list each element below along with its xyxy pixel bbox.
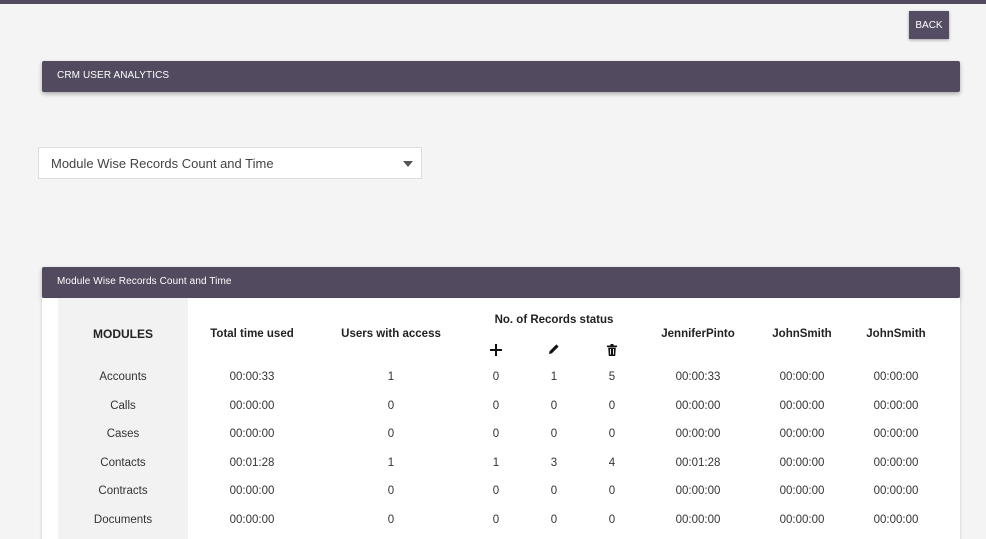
edited-count: 0 bbox=[550, 428, 558, 440]
edited-count: 3 bbox=[550, 456, 558, 469]
report-type-select[interactable]: Module Wise Records Count and Time bbox=[38, 147, 422, 179]
back-button[interactable]: BACK bbox=[909, 11, 949, 39]
deleted-count: 5 bbox=[608, 371, 616, 383]
created-count: 0 bbox=[492, 513, 500, 526]
user2-time: 00:00:00 bbox=[779, 485, 825, 497]
header-total-time: Total time used bbox=[210, 328, 294, 340]
module-name: Contacts bbox=[100, 456, 146, 469]
header-modules: MODULES bbox=[93, 327, 153, 341]
user3-time: 00:00:00 bbox=[873, 371, 919, 383]
edited-count: 1 bbox=[550, 371, 558, 383]
chevron-down-icon bbox=[403, 161, 413, 167]
top-accent-bar bbox=[0, 0, 986, 4]
user2-time: 00:00:00 bbox=[779, 399, 825, 412]
edited-count: 0 bbox=[550, 485, 558, 497]
module-name: Contracts bbox=[98, 485, 148, 497]
user2-time: 00:00:00 bbox=[779, 371, 825, 383]
header-user-jenniferpinto: JenniferPinto bbox=[661, 328, 735, 340]
report-type-select-value: Module Wise Records Count and Time bbox=[51, 156, 274, 171]
user1-time: 00:00:00 bbox=[675, 513, 721, 526]
plus-icon bbox=[490, 344, 502, 356]
module-name: Cases bbox=[106, 428, 140, 440]
trash-icon bbox=[607, 344, 617, 356]
analytics-panel-header: CRM USER ANALYTICS bbox=[42, 61, 960, 92]
deleted-count: 0 bbox=[608, 485, 616, 497]
user3-time: 00:00:00 bbox=[873, 456, 919, 469]
total-time: 00:01:28 bbox=[229, 456, 275, 469]
user1-time: 00:00:00 bbox=[675, 485, 721, 497]
report-panel-title: Module Wise Records Count and Time bbox=[57, 276, 232, 287]
created-count: 0 bbox=[492, 428, 500, 440]
users-count: 0 bbox=[387, 428, 395, 440]
user3-time: 00:00:00 bbox=[873, 399, 919, 412]
created-count: 0 bbox=[492, 399, 500, 412]
user3-time: 00:00:00 bbox=[873, 428, 919, 440]
users-count: 0 bbox=[387, 513, 395, 526]
module-name: Calls bbox=[110, 399, 136, 412]
pencil-icon bbox=[549, 344, 559, 354]
user1-time: 00:00:00 bbox=[675, 428, 721, 440]
deleted-count: 4 bbox=[608, 456, 616, 469]
module-name: Accounts bbox=[99, 371, 147, 383]
total-time: 00:00:00 bbox=[229, 513, 275, 526]
report-table: MODULES Total time used Users with acces… bbox=[42, 298, 960, 539]
user3-time: 00:00:00 bbox=[873, 513, 919, 526]
header-records-status: No. of Records status bbox=[494, 314, 614, 326]
deleted-count: 0 bbox=[608, 428, 616, 440]
deleted-count: 0 bbox=[608, 399, 616, 412]
header-users-access: Users with access bbox=[341, 328, 441, 340]
user1-time: 00:00:00 bbox=[675, 399, 721, 412]
user2-time: 00:00:00 bbox=[779, 428, 825, 440]
user3-time: 00:00:00 bbox=[873, 485, 919, 497]
user1-time: 00:00:33 bbox=[675, 371, 721, 383]
users-count: 0 bbox=[387, 485, 395, 497]
module-name: Documents bbox=[93, 513, 153, 526]
deleted-count: 0 bbox=[608, 513, 616, 526]
users-count: 1 bbox=[387, 371, 395, 383]
report-panel-header: Module Wise Records Count and Time bbox=[42, 267, 960, 298]
panel-title: CRM USER ANALYTICS bbox=[57, 70, 170, 81]
total-time: 00:00:00 bbox=[229, 428, 275, 440]
user2-time: 00:00:00 bbox=[779, 513, 825, 526]
user2-time: 00:00:00 bbox=[779, 456, 825, 469]
total-time: 00:00:33 bbox=[229, 371, 275, 383]
header-user-johnsmith-1: JohnSmith bbox=[772, 328, 832, 340]
users-count: 0 bbox=[387, 399, 395, 412]
created-count: 1 bbox=[492, 456, 500, 469]
edited-count: 0 bbox=[550, 513, 558, 526]
created-count: 0 bbox=[492, 485, 500, 497]
header-user-johnsmith-2: JohnSmith bbox=[866, 328, 926, 340]
edited-count: 0 bbox=[550, 399, 558, 412]
created-count: 0 bbox=[492, 371, 500, 383]
total-time: 00:00:00 bbox=[229, 485, 275, 497]
total-time: 00:00:00 bbox=[229, 399, 275, 412]
user1-time: 00:01:28 bbox=[675, 456, 721, 469]
users-count: 1 bbox=[387, 456, 395, 469]
